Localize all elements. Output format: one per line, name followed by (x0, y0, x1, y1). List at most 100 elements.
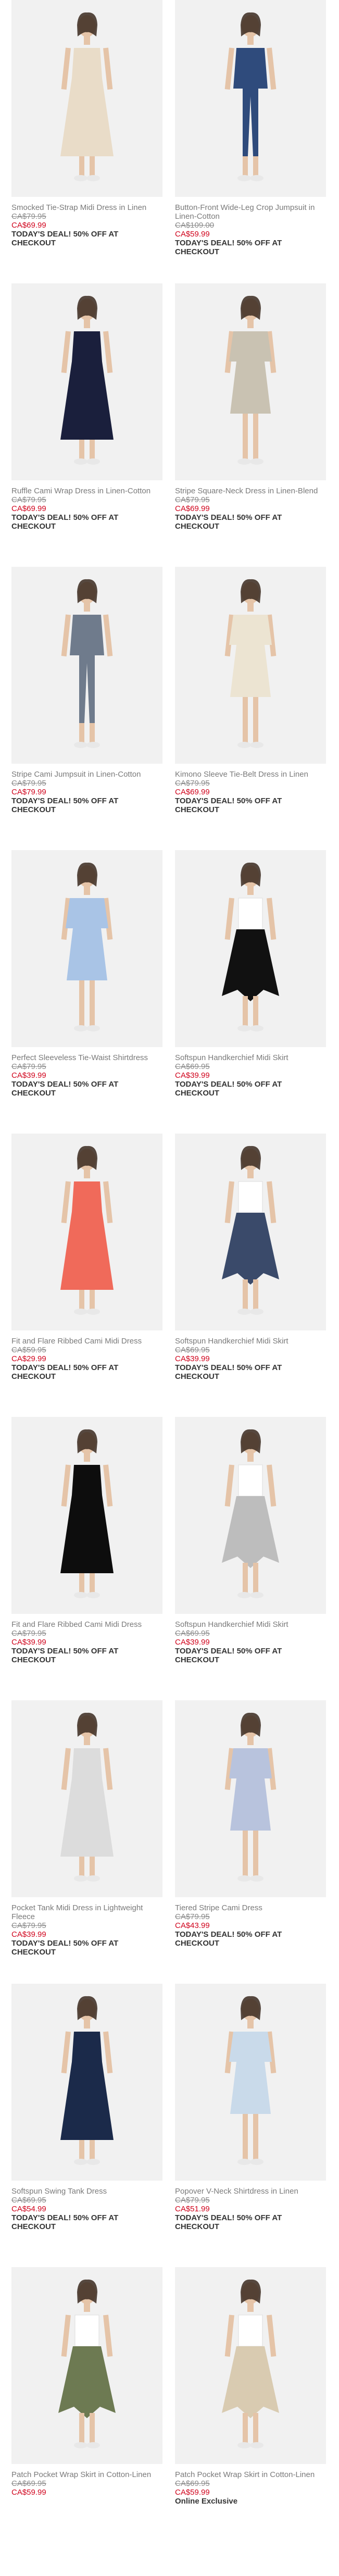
product-card[interactable]: Softspun Handkerchief Midi Skirt CA$69.95… (175, 850, 326, 1098)
promo-message: TODAY'S DEAL! 50% OFF AT CHECKOUT (11, 230, 119, 247)
product-name[interactable]: Fit and Flare Ribbed Cami Midi Dress (11, 1620, 162, 1629)
promo-message: TODAY'S DEAL! 50% OFF AT CHECKOUT (11, 1363, 119, 1381)
product-image[interactable] (11, 1984, 162, 2181)
product-card[interactable]: Softspun Swing Tank Dress CA$69.95 CA$54.9… (11, 1984, 162, 2231)
sale-price: CA$54.99 (11, 2205, 46, 2213)
product-card[interactable]: Fit and Flare Ribbed Cami Midi Dress CA$5… (11, 1134, 162, 1381)
product-card[interactable]: Button-Front Wide-Leg Crop Jumpsuit in L… (175, 0, 326, 256)
product-image[interactable] (175, 1417, 326, 1614)
promo-message: TODAY'S DEAL! 50% OFF AT CHECKOUT (175, 1647, 282, 1664)
product-image[interactable] (175, 2267, 326, 2464)
sale-price: CA$39.99 (175, 1071, 210, 1080)
product-image[interactable] (11, 1134, 162, 1330)
product-image[interactable] (11, 1700, 162, 1897)
product-name[interactable]: Stripe Square-Neck Dress in Linen-Blend (175, 487, 326, 495)
product-name[interactable]: Softspun Handkerchief Midi Skirt (175, 1053, 326, 1062)
original-price: CA$69.95 (11, 2196, 46, 2205)
product-name[interactable]: Smocked Tie-Strap Midi Dress in Linen (11, 203, 162, 212)
sale-price: CA$39.99 (175, 1638, 210, 1647)
product-name[interactable]: Button-Front Wide-Leg Crop Jumpsuit in L… (175, 203, 326, 221)
sale-price: CA$39.99 (11, 1638, 46, 1647)
original-price: CA$69.95 (175, 2479, 210, 2488)
original-price: CA$79.95 (175, 779, 210, 788)
product-grid: Smocked Tie-Strap Midi Dress in Linen CA$… (0, 0, 339, 2576)
product-image[interactable] (175, 850, 326, 1047)
original-price: CA$79.95 (11, 1629, 46, 1638)
product-name[interactable]: Softspun Handkerchief Midi Skirt (175, 1620, 326, 1629)
sale-price: CA$39.99 (11, 1071, 46, 1080)
promo-message: TODAY'S DEAL! 50% OFF AT CHECKOUT (175, 797, 282, 814)
sale-price: CA$59.99 (175, 230, 210, 239)
product-image[interactable] (175, 0, 326, 197)
sale-price: CA$39.99 (11, 1930, 46, 1939)
product-card[interactable]: Ruffle Cami Wrap Dress in Linen-Cotton CA… (11, 283, 162, 531)
product-name[interactable]: Kimono Sleeve Tie-Belt Dress in Linen (175, 770, 326, 779)
product-card[interactable]: Pocket Tank Midi Dress in Lightweight Fl… (11, 1700, 162, 1957)
product-card[interactable]: Smocked Tie-Strap Midi Dress in Linen CA$… (11, 0, 162, 247)
product-name[interactable]: Popover V-Neck Shirtdress in Linen (175, 2187, 326, 2196)
original-price: CA$79.95 (175, 2196, 210, 2205)
product-card[interactable]: Softspun Handkerchief Midi Skirt CA$69.95… (175, 1417, 326, 1664)
product-name[interactable]: Tiered Stripe Cami Dress (175, 1903, 326, 1912)
promo-message: TODAY'S DEAL! 50% OFF AT CHECKOUT (175, 513, 282, 531)
sale-price: CA$69.99 (175, 504, 210, 513)
promo-message: TODAY'S DEAL! 50% OFF AT CHECKOUT (175, 239, 282, 256)
product-image[interactable] (11, 2267, 162, 2464)
sale-price: CA$59.99 (11, 2488, 46, 2497)
original-price: CA$79.95 (11, 1921, 46, 1930)
promo-message: TODAY'S DEAL! 50% OFF AT CHECKOUT (175, 2213, 282, 2231)
product-image[interactable] (11, 0, 162, 197)
product-name[interactable]: Stripe Cami Jumpsuit in Linen-Cotton (11, 770, 162, 779)
product-card[interactable]: Tiered Stripe Cami Dress CA$79.95 CA$43.99… (175, 1700, 326, 1948)
promo-message: TODAY'S DEAL! 50% OFF AT CHECKOUT (11, 1647, 119, 1664)
original-price: CA$69.95 (11, 2479, 46, 2488)
product-card[interactable]: Fit and Flare Ribbed Cami Midi Dress CA$7… (11, 1417, 162, 1664)
product-name[interactable]: Patch Pocket Wrap Skirt in Cotton-Linen (175, 2470, 326, 2479)
product-image[interactable] (175, 283, 326, 480)
sale-price: CA$79.99 (11, 788, 46, 797)
product-card[interactable]: Patch Pocket Wrap Skirt in Cotton-Linen C… (11, 2267, 162, 2497)
sale-price: CA$69.99 (175, 788, 210, 797)
product-name[interactable]: Ruffle Cami Wrap Dress in Linen-Cotton (11, 487, 162, 495)
promo-message: TODAY'S DEAL! 50% OFF AT CHECKOUT (11, 513, 119, 531)
sale-price: CA$43.99 (175, 1921, 210, 1930)
product-card[interactable]: Softspun Handkerchief Midi Skirt CA$69.95… (175, 1134, 326, 1381)
sale-price: CA$39.99 (175, 1354, 210, 1363)
original-price: CA$79.95 (11, 1062, 46, 1071)
promo-message: TODAY'S DEAL! 50% OFF AT CHECKOUT (175, 1363, 282, 1381)
promo-message: TODAY'S DEAL! 50% OFF AT CHECKOUT (175, 1930, 282, 1948)
promo-message: TODAY'S DEAL! 50% OFF AT CHECKOUT (11, 2213, 119, 2231)
original-price: CA$79.95 (11, 212, 46, 221)
original-price: CA$79.95 (175, 495, 210, 504)
product-card[interactable]: Patch Pocket Wrap Skirt in Cotton-Linen C… (175, 2267, 326, 2506)
product-card[interactable]: Kimono Sleeve Tie-Belt Dress in Linen CA$… (175, 567, 326, 814)
original-price: CA$79.95 (11, 779, 46, 788)
sale-price: CA$59.99 (175, 2488, 210, 2497)
product-name[interactable]: Pocket Tank Midi Dress in Lightweight Fl… (11, 1903, 162, 1921)
product-image[interactable] (11, 567, 162, 764)
sale-price: CA$29.99 (11, 1354, 46, 1363)
product-image[interactable] (175, 1700, 326, 1897)
product-image[interactable] (175, 1134, 326, 1330)
product-card[interactable]: Popover V-Neck Shirtdress in Linen CA$79.… (175, 1984, 326, 2231)
product-image[interactable] (175, 1984, 326, 2181)
online-exclusive-badge: Online Exclusive (175, 2497, 238, 2506)
product-name[interactable]: Fit and Flare Ribbed Cami Midi Dress (11, 1337, 162, 1346)
original-price: CA$79.95 (11, 495, 46, 504)
product-image[interactable] (175, 567, 326, 764)
product-card[interactable]: Stripe Cami Jumpsuit in Linen-Cotton CA$7… (11, 567, 162, 814)
original-price: CA$69.95 (175, 1346, 210, 1354)
original-price: CA$109.00 (175, 221, 215, 230)
product-name[interactable]: Softspun Swing Tank Dress (11, 2187, 162, 2196)
product-image[interactable] (11, 283, 162, 480)
product-card[interactable]: Perfect Sleeveless Tie-Waist Shirtdress C… (11, 850, 162, 1098)
product-name[interactable]: Patch Pocket Wrap Skirt in Cotton-Linen (11, 2470, 162, 2479)
sale-price: CA$51.99 (175, 2205, 210, 2213)
product-card[interactable]: Stripe Square-Neck Dress in Linen-Blend C… (175, 283, 326, 531)
original-price: CA$69.95 (175, 1062, 210, 1071)
product-name[interactable]: Softspun Handkerchief Midi Skirt (175, 1337, 326, 1346)
promo-message: TODAY'S DEAL! 50% OFF AT CHECKOUT (11, 1939, 119, 1957)
product-name[interactable]: Perfect Sleeveless Tie-Waist Shirtdress (11, 1053, 162, 1062)
product-image[interactable] (11, 1417, 162, 1614)
product-image[interactable] (11, 850, 162, 1047)
